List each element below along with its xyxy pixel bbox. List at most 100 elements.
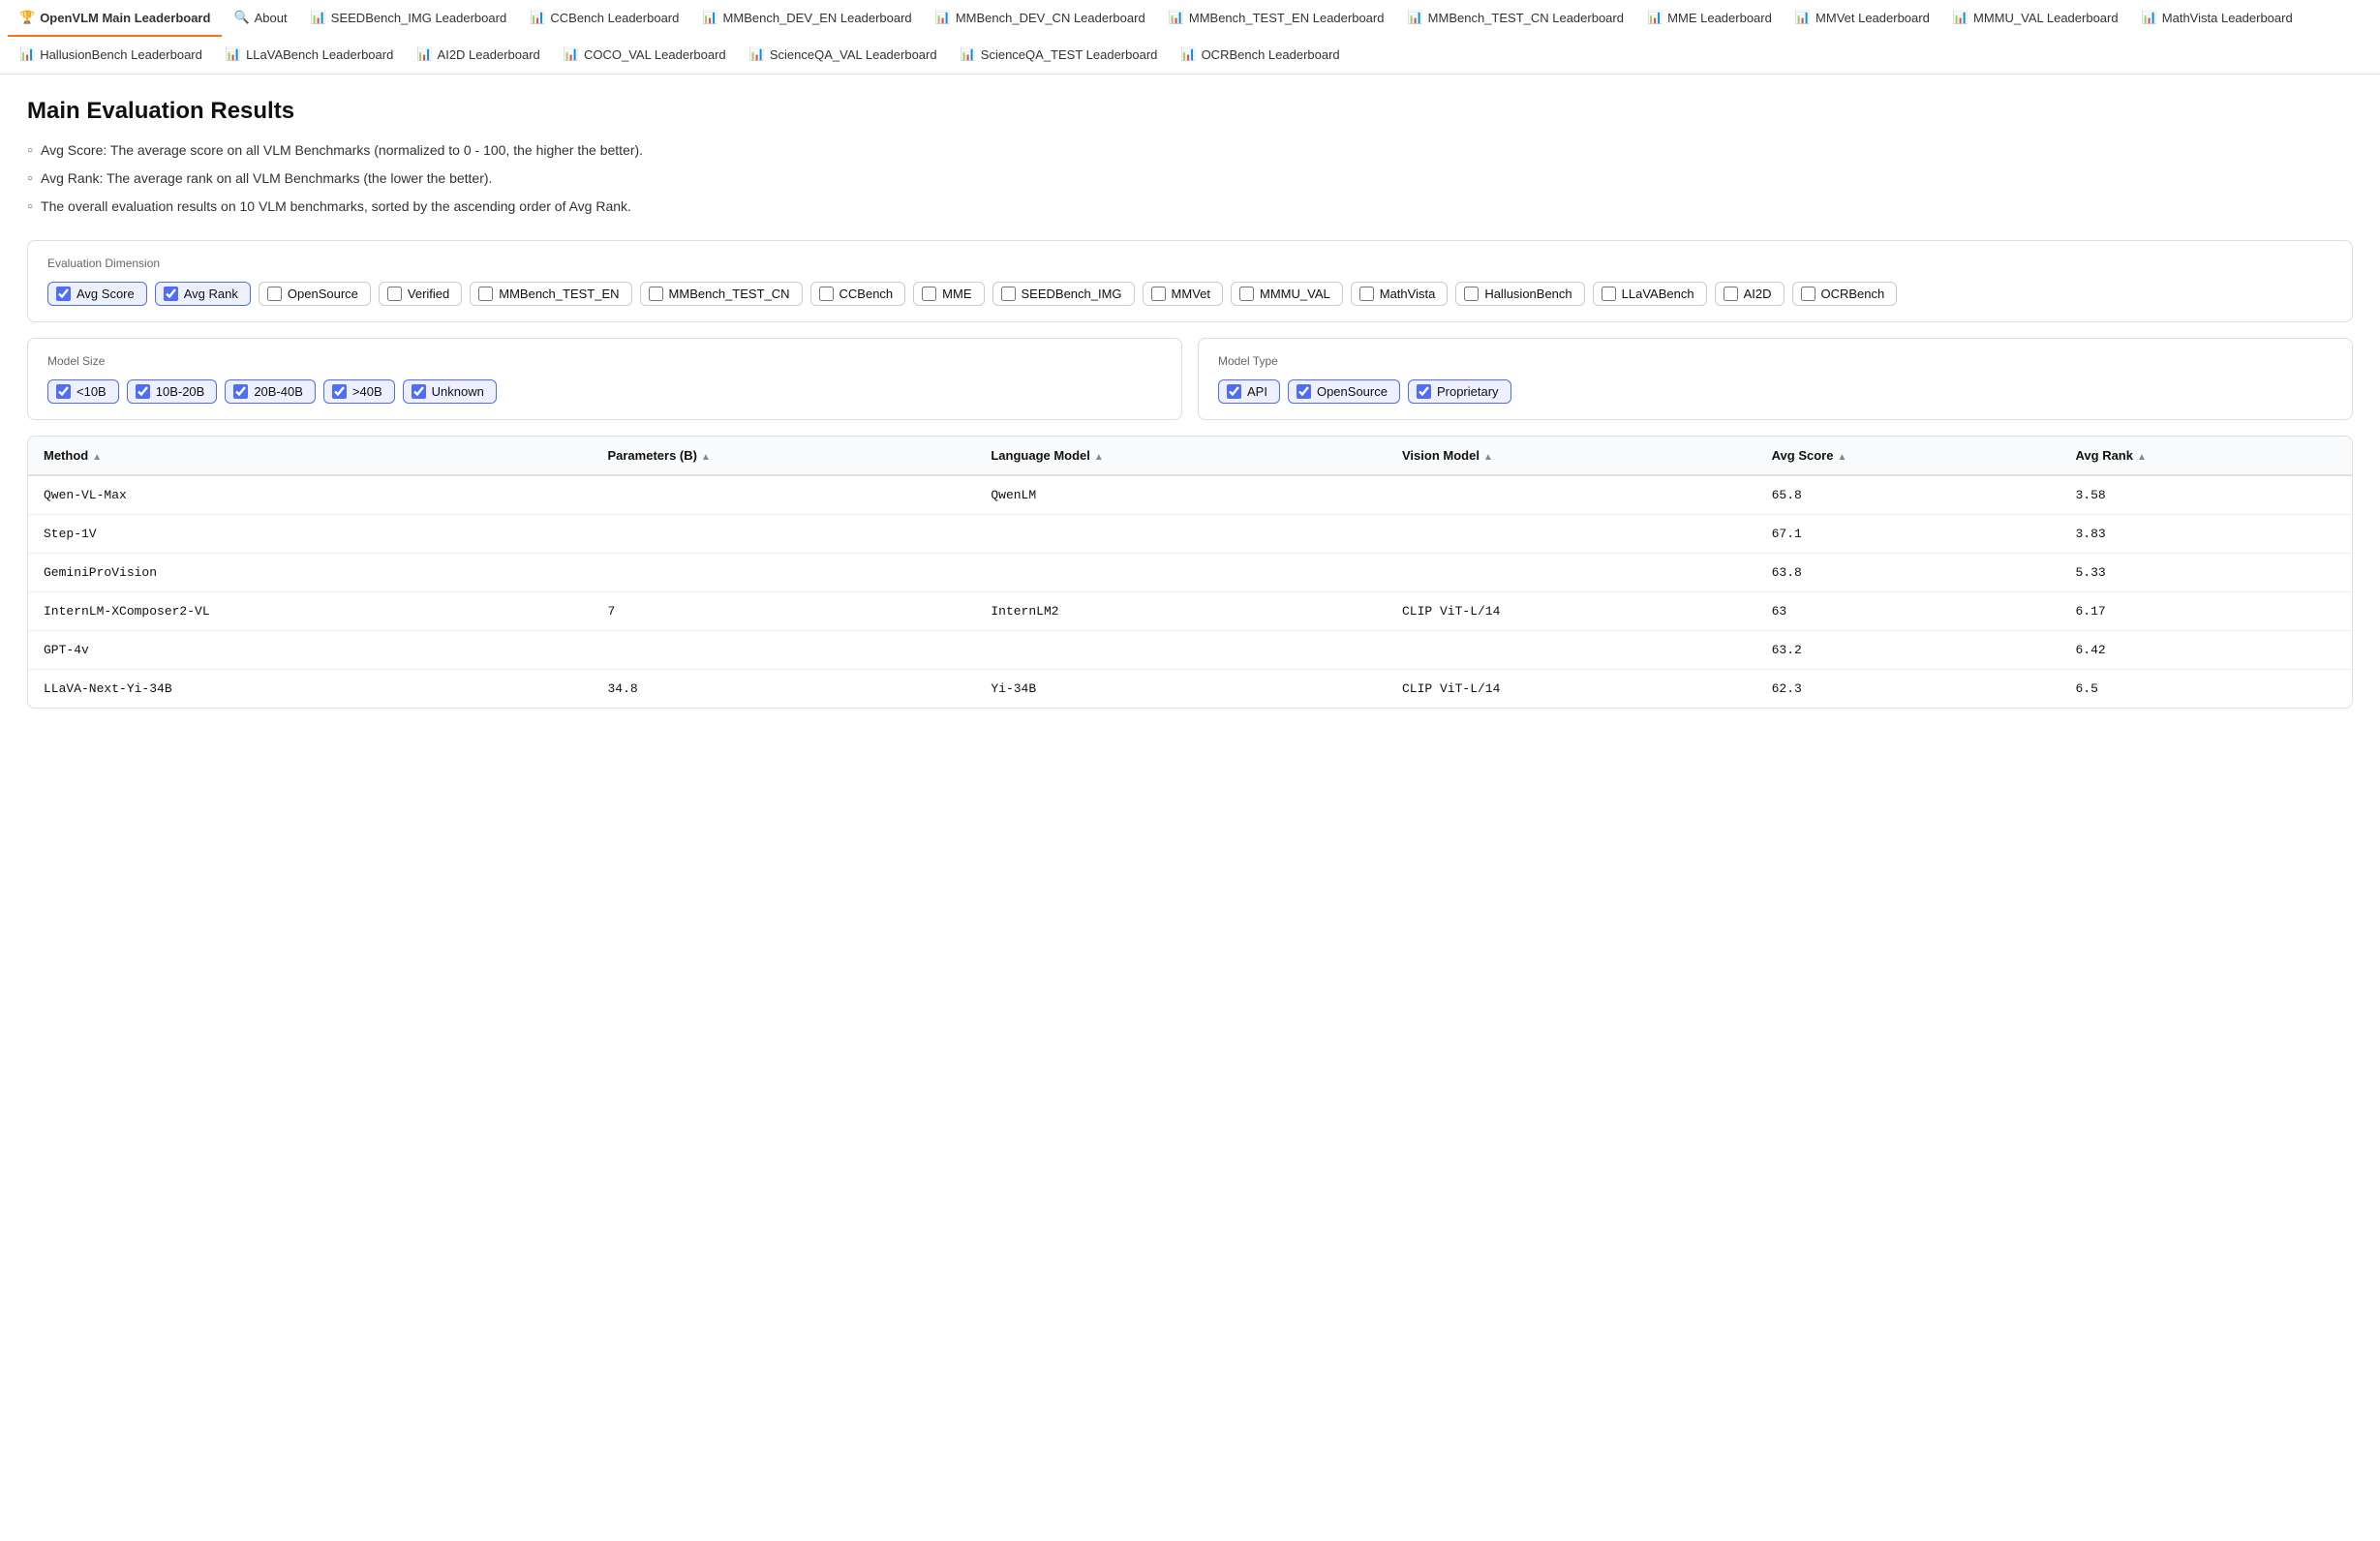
nav-tab-mathvista[interactable]: 📊MathVista Leaderboard <box>2130 0 2304 37</box>
eval-checkbox-mme[interactable]: MME <box>913 282 984 306</box>
nav-tab-ai2d[interactable]: 📊AI2D Leaderboard <box>405 37 551 74</box>
nav-tab-coco-val[interactable]: 📊COCO_VAL Leaderboard <box>552 37 738 74</box>
table-header-method[interactable]: Method▲ <box>28 437 592 475</box>
type-checkbox-input-proprietary[interactable] <box>1417 384 1431 399</box>
nav-tab-mmbench-test-en[interactable]: 📊MMBench_TEST_EN Leaderboard <box>1157 0 1396 37</box>
type-checkbox-opensource[interactable]: OpenSource <box>1288 379 1400 404</box>
size-checkbox-input-unknown[interactable] <box>412 384 426 399</box>
nav-tab-about[interactable]: 🔍About <box>222 0 298 37</box>
nav-tab-mmmu-val[interactable]: 📊MMMU_VAL Leaderboard <box>1941 0 2130 37</box>
table-cell-language-model: QwenLM <box>975 475 1387 515</box>
eval-checkbox-llavabench[interactable]: LLaVABench <box>1593 282 1707 306</box>
model-size-label: Model Size <box>47 354 1162 368</box>
table-header-avg-score[interactable]: Avg Score▲ <box>1756 437 2060 475</box>
nav-tab-seedbench-img[interactable]: 📊SEEDBench_IMG Leaderboard <box>299 0 519 37</box>
nav-tab-mme[interactable]: 📊MME Leaderboard <box>1635 0 1784 37</box>
eval-checkbox-label-opensource: OpenSource <box>288 287 358 301</box>
tab-label-ai2d: AI2D Leaderboard <box>438 47 540 62</box>
size-checkbox-20b-40b[interactable]: 20B-40B <box>225 379 316 404</box>
nav-tab-mmbench-dev-cn[interactable]: 📊MMBench_DEV_CN Leaderboard <box>924 0 1157 37</box>
nav-tab-mmbench-test-cn[interactable]: 📊MMBench_TEST_CN Leaderboard <box>1395 0 1635 37</box>
table-header-avg-rank[interactable]: Avg Rank ▲ <box>2060 437 2353 475</box>
size-checkbox-unknown[interactable]: Unknown <box>403 379 497 404</box>
eval-checkbox-hallusionbench[interactable]: HallusionBench <box>1455 282 1584 306</box>
sort-icon-avg-rank: ▲ <box>2137 452 2147 463</box>
eval-checkbox-input-llavabench[interactable] <box>1602 287 1616 301</box>
type-checkbox-api[interactable]: API <box>1218 379 1280 404</box>
header-label-avg-rank: Avg Rank <box>2076 448 2133 463</box>
eval-checkbox-input-mme[interactable] <box>922 287 936 301</box>
eval-checkbox-input-ai2d[interactable] <box>1724 287 1738 301</box>
eval-checkbox-input-mathvista[interactable] <box>1359 287 1374 301</box>
size-checkbox-input-lt10b[interactable] <box>56 384 71 399</box>
type-checkbox-input-opensource[interactable] <box>1297 384 1311 399</box>
eval-checkbox-label-ccbench: CCBench <box>839 287 894 301</box>
nav-tab-scienceqa-test[interactable]: 📊ScienceQA_TEST Leaderboard <box>949 37 1170 74</box>
model-size-checkboxes: <10B 10B-20B 20B-40B >40B Unknown <box>47 379 1162 404</box>
tab-label-hallusionbench: HallusionBench Leaderboard <box>40 47 202 62</box>
table-cell-language-model <box>975 515 1387 554</box>
eval-checkbox-mmmu-val[interactable]: MMMU_VAL <box>1231 282 1343 306</box>
eval-checkbox-input-opensource[interactable] <box>267 287 282 301</box>
eval-checkbox-mmbench-test-en[interactable]: MMBench_TEST_EN <box>470 282 631 306</box>
nav-tab-llavabench[interactable]: 📊LLaVABench Leaderboard <box>214 37 405 74</box>
nav-tab-mmbench-dev-en[interactable]: 📊MMBench_DEV_EN Leaderboard <box>690 0 923 37</box>
eval-checkbox-input-mmmu-val[interactable] <box>1239 287 1254 301</box>
eval-checkbox-input-mmbench-test-cn[interactable] <box>649 287 663 301</box>
eval-checkbox-input-avg-rank[interactable] <box>164 287 178 301</box>
eval-checkbox-mmbench-test-cn[interactable]: MMBench_TEST_CN <box>640 282 803 306</box>
nav-tab-main-leaderboard[interactable]: 🏆OpenVLM Main Leaderboard <box>8 0 222 37</box>
eval-checkbox-verified[interactable]: Verified <box>379 282 462 306</box>
nav-tab-ocrbench[interactable]: 📊OCRBench Leaderboard <box>1169 37 1351 74</box>
table-cell-parameters: 7 <box>592 592 975 631</box>
eval-checkbox-label-llavabench: LLaVABench <box>1622 287 1694 301</box>
nav-tab-mmvet[interactable]: 📊MMVet Leaderboard <box>1784 0 1941 37</box>
tab-label-scienceqa-val: ScienceQA_VAL Leaderboard <box>770 47 937 62</box>
eval-checkbox-input-mmbench-test-en[interactable] <box>478 287 493 301</box>
eval-checkbox-seedbench-img[interactable]: SEEDBench_IMG <box>992 282 1135 306</box>
eval-checkbox-mmvet[interactable]: MMVet <box>1143 282 1223 306</box>
eval-checkbox-input-ocrbench[interactable] <box>1801 287 1816 301</box>
eval-checkbox-input-avg-score[interactable] <box>56 287 71 301</box>
eval-checkbox-input-mmvet[interactable] <box>1151 287 1166 301</box>
eval-checkbox-mathvista[interactable]: MathVista <box>1351 282 1449 306</box>
table-cell-method: GeminiProVision <box>28 554 592 592</box>
eval-checkbox-label-hallusionbench: HallusionBench <box>1484 287 1571 301</box>
eval-checkbox-label-mme: MME <box>942 287 971 301</box>
table-cell-parameters <box>592 631 975 670</box>
type-checkbox-proprietary[interactable]: Proprietary <box>1408 379 1511 404</box>
size-checkbox-gt40b[interactable]: >40B <box>323 379 395 404</box>
table-header-vision-model[interactable]: Vision Model▲ <box>1387 437 1756 475</box>
eval-checkbox-avg-rank[interactable]: Avg Rank <box>155 282 251 306</box>
type-checkbox-label-opensource: OpenSource <box>1317 384 1388 399</box>
size-checkbox-input-10b-20b[interactable] <box>136 384 150 399</box>
eval-checkbox-avg-score[interactable]: Avg Score <box>47 282 147 306</box>
nav-tab-ccbench[interactable]: 📊CCBench Leaderboard <box>518 0 690 37</box>
tab-icon-ccbench: 📊 <box>530 10 545 25</box>
size-checkbox-10b-20b[interactable]: 10B-20B <box>127 379 218 404</box>
eval-checkbox-input-ccbench[interactable] <box>819 287 834 301</box>
table-header-language-model[interactable]: Language Model▲ <box>975 437 1387 475</box>
eval-checkbox-ocrbench[interactable]: OCRBench <box>1792 282 1898 306</box>
nav-tab-hallusionbench[interactable]: 📊 HallusionBench Leaderboard <box>8 37 214 74</box>
eval-checkbox-ai2d[interactable]: AI2D <box>1715 282 1785 306</box>
eval-checkbox-input-seedbench-img[interactable] <box>1001 287 1016 301</box>
header-label-method: Method <box>44 448 88 463</box>
table-cell-avg-rank: 6.42 <box>2060 631 2353 670</box>
sort-icon-parameters: ▲ <box>701 452 711 463</box>
size-checkbox-lt10b[interactable]: <10B <box>47 379 119 404</box>
eval-checkbox-input-hallusionbench[interactable] <box>1464 287 1479 301</box>
type-checkbox-input-api[interactable] <box>1227 384 1241 399</box>
tab-label-ocrbench: OCRBench Leaderboard <box>1202 47 1340 62</box>
nav-tab-scienceqa-val[interactable]: 📊ScienceQA_VAL Leaderboard <box>738 37 949 74</box>
table-cell-language-model <box>975 554 1387 592</box>
eval-checkbox-ccbench[interactable]: CCBench <box>810 282 906 306</box>
eval-checkbox-opensource[interactable]: OpenSource <box>259 282 371 306</box>
tab-icon-hallusionbench: 📊 <box>19 46 35 62</box>
eval-checkbox-input-verified[interactable] <box>387 287 402 301</box>
size-checkbox-input-20b-40b[interactable] <box>233 384 248 399</box>
table-cell-method: Step-1V <box>28 515 592 554</box>
size-checkbox-input-gt40b[interactable] <box>332 384 347 399</box>
table-header-parameters[interactable]: Parameters (B)▲ <box>592 437 975 475</box>
model-type-label: Model Type <box>1218 354 2333 368</box>
